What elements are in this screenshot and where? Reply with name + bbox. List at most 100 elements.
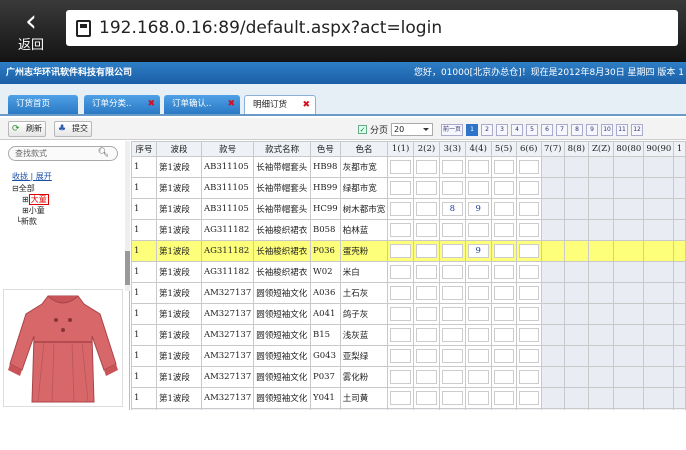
tree-node-new[interactable]: └新款 xyxy=(12,216,49,227)
tree-node-big[interactable]: ⊞ 大童 xyxy=(12,194,49,205)
page-button[interactable]: 9 xyxy=(586,123,599,136)
qty-input[interactable] xyxy=(518,244,539,258)
page-button[interactable]: 7 xyxy=(556,123,569,136)
page-size-select[interactable]: 20 xyxy=(391,123,434,136)
qty-input[interactable] xyxy=(467,370,489,384)
qty-input[interactable] xyxy=(416,391,437,405)
qty-input[interactable] xyxy=(518,328,539,342)
qty-input[interactable] xyxy=(467,265,489,279)
qty-input[interactable] xyxy=(441,223,463,237)
qty-input[interactable] xyxy=(518,349,539,363)
qty-input[interactable] xyxy=(416,349,437,363)
qty-input[interactable] xyxy=(390,370,412,384)
table-row[interactable]: 1 第1波段 AM327137 圆领短袖文化 Y041 土司黄 xyxy=(131,387,686,409)
refresh-button[interactable]: ⟳ 刷新 xyxy=(8,121,46,137)
table-row[interactable]: 1 第1波段 AM327137 圆领短袖文化 B15 浅灰蓝 xyxy=(131,324,686,346)
page-button[interactable]: 3 xyxy=(496,123,509,136)
page-button[interactable]: 1 xyxy=(466,123,479,136)
qty-input[interactable] xyxy=(493,328,514,342)
qty-input[interactable] xyxy=(390,349,412,363)
qty-input[interactable] xyxy=(416,307,437,321)
qty-input[interactable] xyxy=(441,307,463,321)
qty-input[interactable] xyxy=(493,370,514,384)
qty-input[interactable] xyxy=(493,349,514,363)
qty-input[interactable] xyxy=(441,391,463,405)
qty-input[interactable] xyxy=(467,181,489,195)
qty-input[interactable] xyxy=(493,391,514,405)
table-row[interactable]: 1 第1波段 AG311182 长袖梭织裙衣 W02 米白 xyxy=(131,261,686,283)
qty-input[interactable] xyxy=(441,286,463,300)
qty-input[interactable] xyxy=(441,244,463,258)
page-button[interactable]: 5 xyxy=(526,123,539,136)
qty-input[interactable] xyxy=(467,391,489,405)
tab-detail-order[interactable]: 明细订货 ✖ xyxy=(244,95,316,114)
tab-order-category[interactable]: 订单分类.. ✖ xyxy=(84,95,160,114)
qty-input[interactable] xyxy=(390,223,412,237)
table-row[interactable]: 1 第1波段 AG311182 长袖梭织裙衣 B058 柏林蓝 xyxy=(131,219,686,241)
close-icon[interactable]: ✖ xyxy=(147,95,155,114)
qty-input[interactable] xyxy=(390,328,412,342)
table-row[interactable]: 1 第1波段 AB311105 长袖带帽套头 HB99 绿都市宽 xyxy=(131,177,686,199)
qty-input[interactable] xyxy=(441,181,463,195)
qty-input[interactable] xyxy=(518,223,539,237)
qty-input[interactable] xyxy=(390,286,412,300)
qty-input[interactable] xyxy=(467,307,489,321)
qty-input[interactable] xyxy=(467,328,489,342)
qty-input[interactable] xyxy=(518,370,539,384)
qty-input[interactable] xyxy=(441,265,463,279)
qty-input[interactable] xyxy=(493,286,514,300)
qty-input[interactable] xyxy=(416,160,437,174)
page-button[interactable]: 10 xyxy=(601,123,614,136)
qty-input[interactable] xyxy=(518,391,539,405)
qty-input[interactable] xyxy=(416,244,437,258)
qty-input[interactable] xyxy=(390,181,412,195)
close-icon[interactable]: ✖ xyxy=(302,96,310,115)
collapse-link[interactable]: 收拢 xyxy=(12,172,28,181)
back-button[interactable]: ‹ 返回 xyxy=(6,6,56,60)
qty-input[interactable] xyxy=(390,265,412,279)
paging-checkbox[interactable]: ✓ xyxy=(358,125,367,134)
qty-input[interactable] xyxy=(518,202,539,216)
qty-input[interactable] xyxy=(416,181,437,195)
qty-input[interactable] xyxy=(518,286,539,300)
qty-input[interactable] xyxy=(390,244,412,258)
qty-input[interactable] xyxy=(390,160,412,174)
qty-input[interactable] xyxy=(441,328,463,342)
qty-input[interactable] xyxy=(390,391,412,405)
table-row[interactable]: 1 第1波段 AM327137 圆领短袖文化 G043 亚梨绿 xyxy=(131,345,686,367)
qty-input[interactable] xyxy=(416,223,437,237)
qty-input[interactable] xyxy=(493,307,514,321)
qty-input[interactable] xyxy=(390,202,412,216)
qty-input[interactable] xyxy=(416,286,437,300)
qty-input[interactable] xyxy=(467,349,489,363)
address-bar[interactable]: 192.168.0.16:89/default.aspx?act=login xyxy=(66,10,678,46)
qty-input[interactable]: 9 xyxy=(467,202,489,216)
qty-input[interactable] xyxy=(416,202,437,216)
qty-input[interactable] xyxy=(493,181,514,195)
qty-input[interactable] xyxy=(467,160,489,174)
search-icon[interactable]: 🔍︎ xyxy=(98,147,109,160)
qty-input[interactable] xyxy=(416,265,437,279)
table-row[interactable]: 1 第1波段 AM327137 圆领短袖文化 A041 鸽子灰 xyxy=(131,303,686,325)
page-button[interactable]: 8 xyxy=(571,123,584,136)
qty-input[interactable] xyxy=(518,181,539,195)
page-button[interactable]: 2 xyxy=(481,123,494,136)
tree-node-all[interactable]: ⊟全部 xyxy=(12,183,49,194)
style-search-input[interactable]: 查找款式 🔍︎ xyxy=(8,146,118,161)
page-button[interactable]: 4 xyxy=(511,123,524,136)
table-row[interactable]: 1 第1波段 AM327137 圆领短袖文化 P037 雾化粉 xyxy=(131,366,686,388)
qty-input[interactable]: 8 xyxy=(441,202,463,216)
close-icon[interactable]: ✖ xyxy=(227,95,235,114)
qty-input[interactable] xyxy=(390,307,412,321)
qty-input[interactable] xyxy=(493,160,514,174)
table-row[interactable]: 1 第1波段 AB311105 长袖带帽套头 HB98 灰都市宽 xyxy=(131,156,686,178)
page-button[interactable]: 11 xyxy=(616,123,629,136)
qty-input[interactable] xyxy=(467,223,489,237)
qty-input[interactable] xyxy=(493,223,514,237)
qty-input[interactable] xyxy=(441,160,463,174)
qty-input[interactable] xyxy=(467,286,489,300)
table-row[interactable]: 1 第1波段 AG311182 长袖梭织裙衣 P036 蛋壳粉 9 xyxy=(131,240,686,262)
qty-input[interactable] xyxy=(493,202,514,216)
tab-home[interactable]: 订货首页 xyxy=(8,95,78,114)
tab-order-confirm[interactable]: 订单确认.. ✖ xyxy=(164,95,240,114)
